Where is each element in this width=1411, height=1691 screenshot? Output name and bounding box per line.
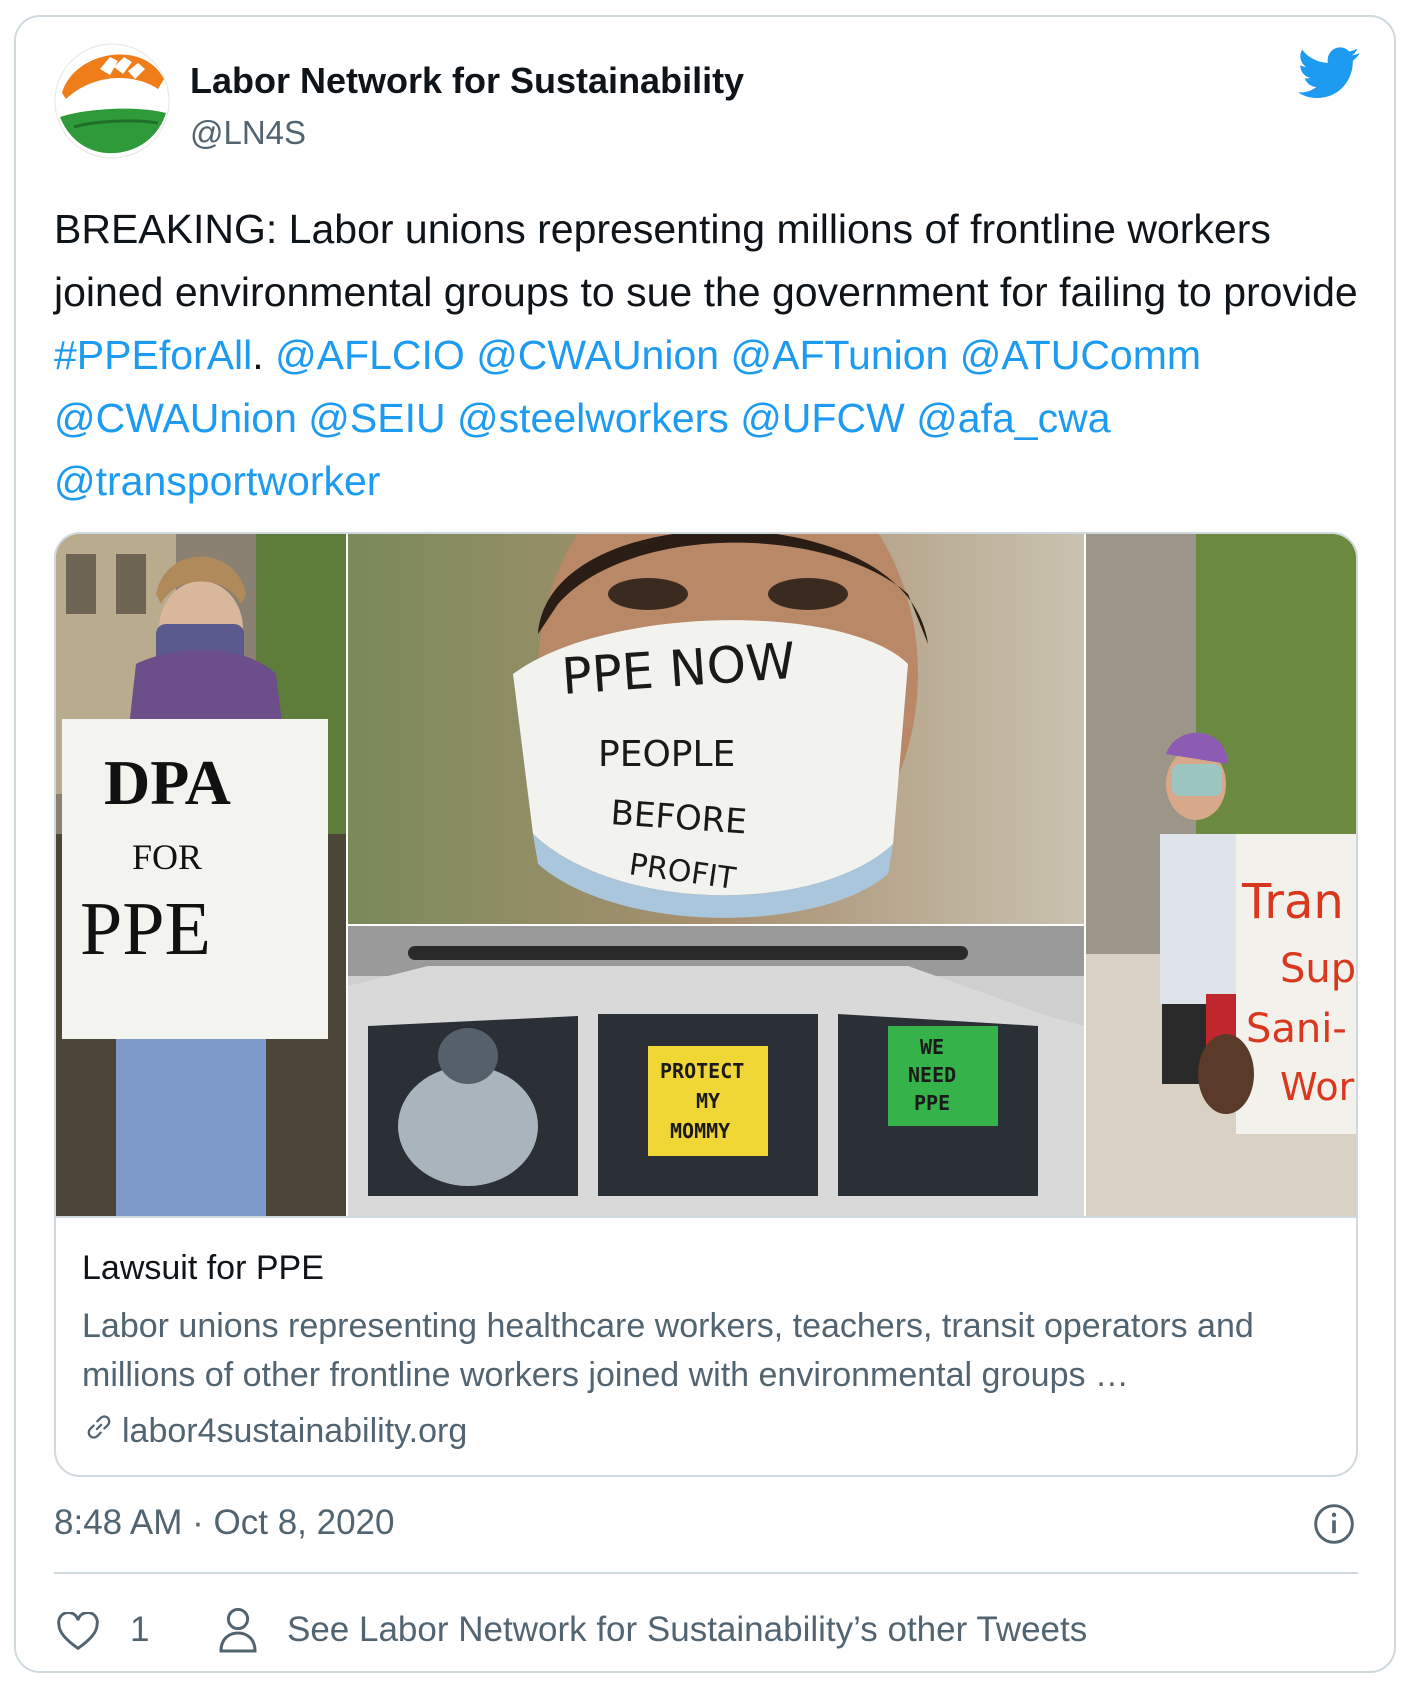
link-card-domain[interactable]: labor4sustainability.org <box>82 1410 467 1453</box>
sign-text: Sani- <box>1246 1006 1347 1052</box>
hashtag-link[interactable]: #PPEforAll <box>54 332 252 378</box>
tweet-text-part: . <box>252 332 276 378</box>
sign-text: FOR <box>132 837 202 877</box>
ln4s-logo-icon[interactable] <box>54 43 170 159</box>
car-sign-text: WE <box>920 1035 944 1059</box>
car-sign-text: PROTECT <box>660 1059 744 1083</box>
heart-icon[interactable] <box>56 1611 100 1652</box>
sign-text: PPE <box>80 887 211 971</box>
mention-link[interactable]: @CWAUnion <box>476 332 719 378</box>
protest-sign: DPA FOR PPE <box>62 719 328 1039</box>
like-count[interactable]: 1 <box>130 1610 149 1650</box>
link-card-description: Labor unions representing healthcare wor… <box>82 1307 1254 1394</box>
sign-text: Wor <box>1280 1065 1355 1109</box>
car-sign-text: MY <box>696 1089 720 1113</box>
photo-protesters-right: Tran Sup Sani- Wor <box>1086 534 1356 1216</box>
mention-link[interactable]: @ATUComm <box>960 332 1201 378</box>
see-other-tweets-link[interactable]: See Labor Network for Sustainability’s o… <box>287 1610 1087 1650</box>
mention-link[interactable]: @CWAUnion <box>54 395 297 441</box>
tweet-timestamp[interactable]: 8:48 AM · Oct 8, 2020 <box>54 1503 394 1543</box>
mention-link[interactable]: @transportworker <box>54 458 380 504</box>
mention-link[interactable]: @afa_cwa <box>916 395 1110 441</box>
person-icon[interactable] <box>218 1606 258 1654</box>
car-sign-text: MOMMY <box>670 1119 730 1143</box>
sign-text: DPA <box>104 747 231 818</box>
car-sign-text: PPE <box>914 1091 950 1115</box>
info-icon[interactable] <box>1312 1502 1356 1546</box>
display-name[interactable]: Labor Network for Sustainability <box>190 60 744 102</box>
sign-text: Tran <box>1241 874 1344 930</box>
photo-ppe-now-mask: PPE NOW PEOPLE BEFORE PROFIT <box>348 534 1084 924</box>
twitter-bird-icon[interactable] <box>1298 46 1360 100</box>
tweet-text-part: BREAKING: Labor unions representing mill… <box>54 206 1358 315</box>
protest-sign-right: Tran Sup Sani- Wor <box>1236 834 1356 1134</box>
link-preview-card[interactable]: DPA FOR PPE PPE NOW PEOPLE BEFORE PROFIT… <box>54 532 1358 1477</box>
mention-link[interactable]: @UFCW <box>740 395 905 441</box>
tweet-text: BREAKING: Labor unions representing mill… <box>54 198 1384 513</box>
car-sign-green: WE NEED PPE <box>888 1026 998 1126</box>
link-preview-image[interactable]: DPA FOR PPE PPE NOW PEOPLE BEFORE PROFIT… <box>56 534 1356 1218</box>
car-sign-text: NEED <box>908 1063 956 1087</box>
mention-link[interactable]: @AFTunion <box>730 332 948 378</box>
mask-text: PEOPLE <box>598 734 735 775</box>
mention-link[interactable]: @SEIU <box>308 395 445 441</box>
photo-car-with-signs: PROTECT MY MOMMY WE NEED PPE <box>348 926 1084 1216</box>
mention-link[interactable]: @steelworkers <box>457 395 729 441</box>
mention-link[interactable]: @AFLCIO <box>275 332 465 378</box>
photo-protester-dpa-sign: DPA FOR PPE <box>56 534 346 1216</box>
divider <box>54 1572 1358 1574</box>
handle[interactable]: @LN4S <box>190 114 306 152</box>
link-card-title[interactable]: Lawsuit for PPE <box>82 1249 324 1288</box>
link-icon <box>82 1410 116 1453</box>
sign-text: Sup <box>1280 946 1356 992</box>
link-domain-text: labor4sustainability.org <box>122 1412 468 1450</box>
car-sign-yellow: PROTECT MY MOMMY <box>648 1046 768 1156</box>
